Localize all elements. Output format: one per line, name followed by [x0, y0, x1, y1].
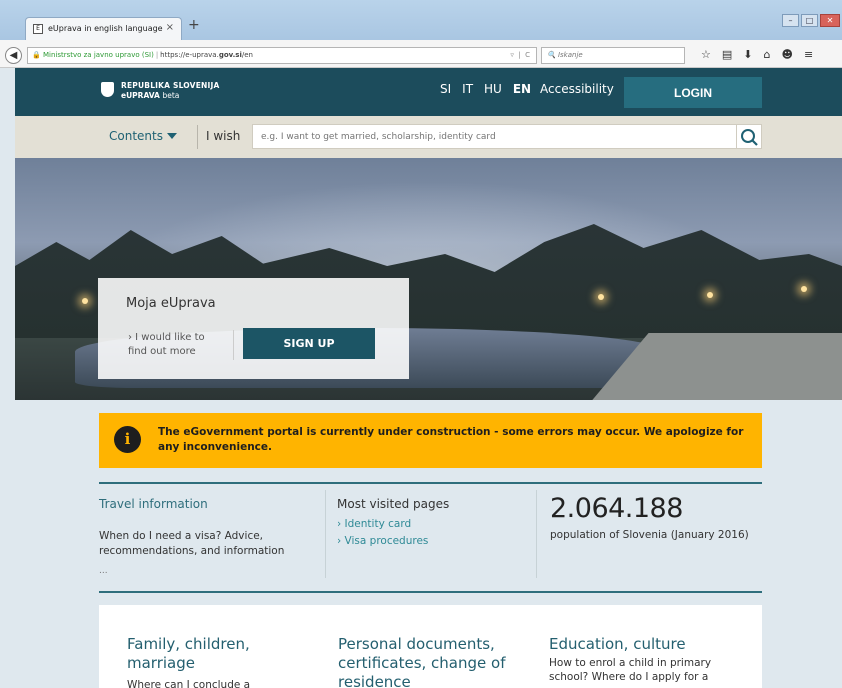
identity-card-link[interactable]: › Identity card: [337, 518, 411, 530]
logo-subtext[interactable]: eUPRAVA beta: [121, 91, 179, 100]
browser-navbar: ◀ 🔒 Ministrstvo za javno upravo (SI) | htt…: [0, 40, 842, 68]
browser-search-input[interactable]: 🔍 Iskanje: [541, 47, 685, 64]
url-prefix: https://e-uprava.: [160, 51, 219, 59]
url-domain: gov.si: [218, 51, 242, 59]
back-arrow-icon[interactable]: ◀: [5, 47, 22, 64]
browser-search-placeholder: Iskanje: [557, 51, 583, 59]
address-bar[interactable]: 🔒 Ministrstvo za javno upravo (SI) | https…: [27, 47, 537, 64]
moja-title: Moja eUprava: [126, 296, 216, 311]
home-icon[interactable]: ⌂: [764, 48, 771, 61]
card-education-title[interactable]: Education, culture: [549, 635, 749, 654]
reload-icon[interactable]: ▿ | C: [510, 48, 530, 63]
divider: [233, 330, 234, 360]
login-button[interactable]: LOGIN: [624, 77, 762, 108]
close-window-icon[interactable]: ✕: [820, 14, 840, 27]
population-caption: population of Slovenia (January 2016): [550, 529, 749, 541]
new-tab-icon[interactable]: +: [188, 17, 200, 33]
card-education-text: How to enrol a child in primary school? …: [549, 657, 712, 683]
card-documents-title[interactable]: Personal documents, certificates, change…: [338, 635, 518, 688]
language-switcher: SI IT HU EN: [440, 82, 531, 96]
bookmark-star-icon[interactable]: ☆: [701, 48, 711, 61]
logo-text[interactable]: REPUBLIKA SLOVENIJA: [121, 81, 219, 90]
maximize-icon[interactable]: □: [801, 14, 818, 27]
site-identity: Ministrstvo za javno upravo (SI): [42, 51, 154, 59]
contents-dropdown[interactable]: Contents: [109, 129, 177, 143]
page-favicon-icon: E: [33, 24, 43, 34]
search-icon: 🔍: [547, 51, 556, 59]
column-divider: [536, 490, 537, 578]
browser-titlebar: E eUprava in english language × + – □ ✕: [0, 0, 842, 40]
travel-info-more: ...: [99, 566, 108, 576]
reading-list-icon[interactable]: ▤: [722, 48, 732, 61]
accessibility-link[interactable]: Accessibility: [540, 82, 614, 96]
chat-icon[interactable]: ☻: [781, 48, 792, 61]
card-family-text: Where can I conclude a: [127, 679, 251, 688]
section-divider: [99, 482, 762, 484]
window-controls: – □ ✕: [782, 14, 840, 27]
search-icon: [741, 129, 758, 146]
browser-tab[interactable]: E eUprava in english language ×: [25, 17, 182, 40]
topic-cards: Family, children, marriage Where can I c…: [99, 605, 762, 688]
moja-euprava-box: Moja eUprava › I would like to find out …: [98, 278, 409, 379]
browser-toolbar: ☆ ▤ ⬇ ⌂ ☻ ≡: [701, 48, 813, 61]
minimize-icon[interactable]: –: [782, 14, 799, 27]
find-out-more-link[interactable]: › I would like to find out more: [128, 331, 218, 359]
signup-button[interactable]: SIGN UP: [243, 328, 375, 359]
section-divider: [99, 591, 762, 593]
population-number: 2.064.188: [550, 493, 683, 524]
url-path: /en: [241, 51, 253, 59]
site-search-input[interactable]: [252, 124, 737, 149]
lang-hu[interactable]: HU: [484, 82, 502, 96]
lang-si[interactable]: SI: [440, 82, 451, 96]
download-icon[interactable]: ⬇: [743, 48, 752, 61]
travel-info-title[interactable]: Travel information: [99, 497, 208, 511]
travel-info-text: When do I need a visa? Advice, recommend…: [99, 530, 285, 557]
lamp-light: [598, 294, 604, 300]
coat-of-arms-icon[interactable]: [101, 82, 114, 97]
menu-icon[interactable]: ≡: [804, 48, 813, 61]
lock-icon: 🔒: [32, 51, 41, 59]
search-row: Contents I wish: [15, 116, 842, 158]
construction-notice: i The eGovernment portal is currently un…: [99, 413, 762, 468]
site-header: REPUBLIKA SLOVENIJA eUPRAVA beta SI IT H…: [15, 68, 842, 116]
visa-procedures-link[interactable]: › Visa procedures: [337, 535, 428, 547]
card-family-title[interactable]: Family, children, marriage: [127, 635, 287, 673]
search-button[interactable]: [737, 124, 762, 149]
caret-down-icon: [166, 133, 177, 139]
lamp-light: [707, 292, 713, 298]
lamp-light: [801, 286, 807, 292]
tab-close-icon[interactable]: ×: [166, 22, 174, 33]
lang-en[interactable]: EN: [513, 82, 531, 96]
notice-text: The eGovernment portal is currently unde…: [158, 426, 744, 453]
tab-title: eUprava in english language: [48, 24, 163, 33]
lamp-light: [82, 298, 88, 304]
most-visited-title: Most visited pages: [337, 497, 450, 511]
info-icon: i: [114, 426, 141, 453]
column-divider: [325, 490, 326, 578]
lang-it[interactable]: IT: [462, 82, 473, 96]
i-wish-label: I wish: [206, 129, 241, 143]
divider: [197, 125, 198, 149]
